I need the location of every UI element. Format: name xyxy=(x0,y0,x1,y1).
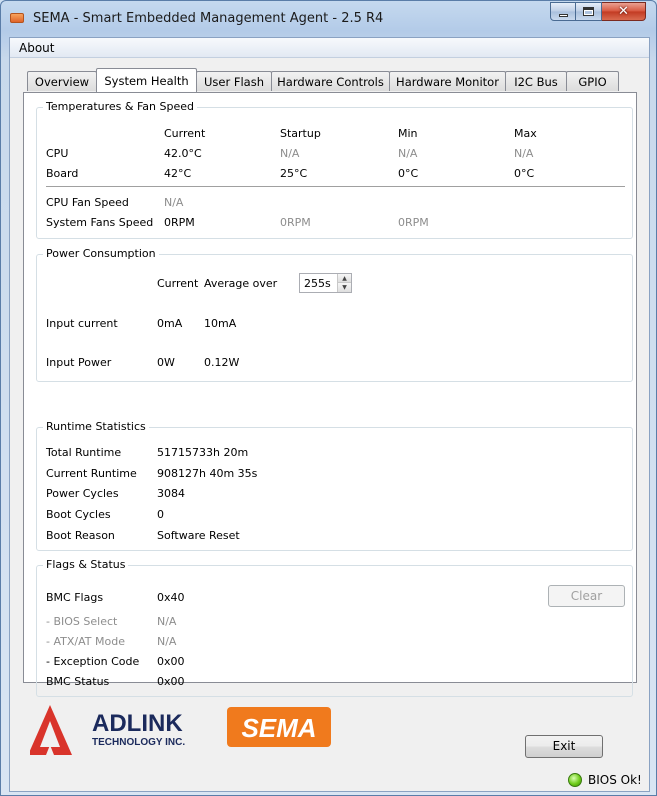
system-fans-current: 0RPM xyxy=(164,216,195,229)
menu-about[interactable]: About xyxy=(15,41,58,55)
bmc-status-label: BMC Status xyxy=(46,675,110,688)
power-cycles-value: 3084 xyxy=(157,487,185,500)
input-current-now: 0mA xyxy=(157,317,183,330)
tab-system-health[interactable]: System Health xyxy=(96,68,197,92)
cpu-min: N/A xyxy=(398,147,418,160)
flags-group-title: Flags & Status xyxy=(43,558,129,571)
tab-hardware-monitor[interactable]: Hardware Monitor xyxy=(389,71,506,91)
runtime-group: Runtime Statistics Total Runtime 5171573… xyxy=(36,420,633,551)
boot-cycles-value: 0 xyxy=(157,508,164,521)
bios-select-value: N/A xyxy=(157,615,177,628)
clear-button[interactable]: Clear xyxy=(548,585,625,607)
power-group-title: Power Consumption xyxy=(43,247,159,260)
power-current-header: Current xyxy=(157,277,199,290)
input-power-label: Input Power xyxy=(46,356,112,369)
atx-at-mode-label: - ATX/AT Mode xyxy=(46,635,125,648)
bios-status-text: BIOS Ok! xyxy=(588,773,642,787)
system-fans-min: 0RPM xyxy=(398,216,429,229)
system-health-panel: Temperatures & Fan Speed Current Startup… xyxy=(23,92,637,697)
exception-code-value: 0x00 xyxy=(157,655,185,668)
input-power-average: 0.12W xyxy=(204,356,240,369)
board-current: 42°C xyxy=(164,167,192,180)
bios-select-label: - BIOS Select xyxy=(46,615,118,628)
cpu-max: N/A xyxy=(514,147,534,160)
bmc-flags-label: BMC Flags xyxy=(46,591,104,604)
header-current: Current xyxy=(164,127,206,140)
header-startup: Startup xyxy=(280,127,321,140)
current-runtime-value: 908127h 40m 35s xyxy=(157,467,258,480)
boot-cycles-label: Boot Cycles xyxy=(46,508,111,521)
average-over-value: 255s xyxy=(304,277,331,290)
average-over-label: Average over xyxy=(204,277,278,290)
app-icon xyxy=(10,13,24,23)
maximize-button[interactable] xyxy=(576,2,602,21)
cpu-startup: N/A xyxy=(280,147,300,160)
close-button[interactable]: ✕ xyxy=(602,2,646,21)
tab-i2c-bus[interactable]: I2C Bus xyxy=(505,71,567,91)
adlink-wordmark: ADLINK xyxy=(92,710,183,737)
input-current-label: Input current xyxy=(46,317,118,330)
power-cycles-label: Power Cycles xyxy=(46,487,119,500)
app-window: SEMA - Smart Embedded Management Agent -… xyxy=(0,0,657,796)
branding-area: ADLINK TECHNOLOGY INC. SEMA xyxy=(28,703,350,763)
system-fans-label: System Fans Speed xyxy=(46,216,154,229)
bmc-flags-value: 0x40 xyxy=(157,591,185,604)
spinner-up-icon[interactable]: ▲ xyxy=(338,274,351,283)
atx-at-mode-value: N/A xyxy=(157,635,177,648)
runtime-group-title: Runtime Statistics xyxy=(43,420,149,433)
status-bar: BIOS Ok! xyxy=(10,771,649,791)
tab-user-flash[interactable]: User Flash xyxy=(196,71,272,91)
current-runtime-label: Current Runtime xyxy=(46,467,137,480)
minimize-icon xyxy=(558,13,568,17)
board-startup: 25°C xyxy=(280,167,308,180)
minimize-button[interactable] xyxy=(550,2,576,21)
menu-bar: About xyxy=(10,38,649,58)
boot-reason-label: Boot Reason xyxy=(46,529,115,542)
cpu-fan-value: N/A xyxy=(164,196,184,209)
close-icon: ✕ xyxy=(618,4,629,19)
cpu-fan-label: CPU Fan Speed xyxy=(46,196,129,209)
bios-status-indicator-icon xyxy=(568,773,582,787)
header-min: Min xyxy=(398,127,418,140)
power-group: Power Consumption Current Average over 2… xyxy=(36,247,633,382)
board-min: 0°C xyxy=(398,167,419,180)
header-max: Max xyxy=(514,127,537,140)
total-runtime-label: Total Runtime xyxy=(46,446,122,459)
cpu-current: 42.0°C xyxy=(164,147,202,160)
adlink-sema-logo: ADLINK TECHNOLOGY INC. SEMA xyxy=(28,705,331,755)
system-fans-startup: 0RPM xyxy=(280,216,311,229)
maximize-icon xyxy=(583,7,594,16)
client-area: About Overview System Health User Flash … xyxy=(9,37,650,792)
total-runtime-value: 51715733h 20m xyxy=(157,446,249,459)
tab-gpio[interactable]: GPIO xyxy=(566,71,619,91)
tab-strip: Overview System Health User Flash Hardwa… xyxy=(27,68,637,93)
temperatures-group: Temperatures & Fan Speed Current Startup… xyxy=(36,100,633,239)
window-controls: ✕ xyxy=(550,2,646,21)
sema-wordmark: SEMA xyxy=(241,713,316,743)
bmc-status-value: 0x00 xyxy=(157,675,185,688)
boot-reason-value: Software Reset xyxy=(157,529,240,542)
average-over-spinner[interactable]: 255s ▲ ▼ xyxy=(299,273,352,293)
input-current-average: 10mA xyxy=(204,317,237,330)
flags-group: Flags & Status BMC Flags 0x40 Clear - BI… xyxy=(36,558,633,697)
board-label: Board xyxy=(46,167,79,180)
tab-hardware-controls[interactable]: Hardware Controls xyxy=(271,71,390,91)
temperatures-group-title: Temperatures & Fan Speed xyxy=(43,100,197,113)
adlink-subtext: TECHNOLOGY INC. xyxy=(92,737,185,748)
tab-overview[interactable]: Overview xyxy=(27,71,97,91)
spinner-down-icon[interactable]: ▼ xyxy=(338,283,351,292)
title-bar[interactable]: SEMA - Smart Embedded Management Agent -… xyxy=(1,1,656,37)
spinner-buttons: ▲ ▼ xyxy=(337,274,351,292)
input-power-now: 0W xyxy=(157,356,175,369)
exit-button[interactable]: Exit xyxy=(525,735,603,758)
cpu-label: CPU xyxy=(46,147,69,160)
temperatures-divider xyxy=(46,186,625,187)
exception-code-label: - Exception Code xyxy=(46,655,140,668)
board-max: 0°C xyxy=(514,167,535,180)
window-title: SEMA - Smart Embedded Management Agent -… xyxy=(33,11,384,26)
